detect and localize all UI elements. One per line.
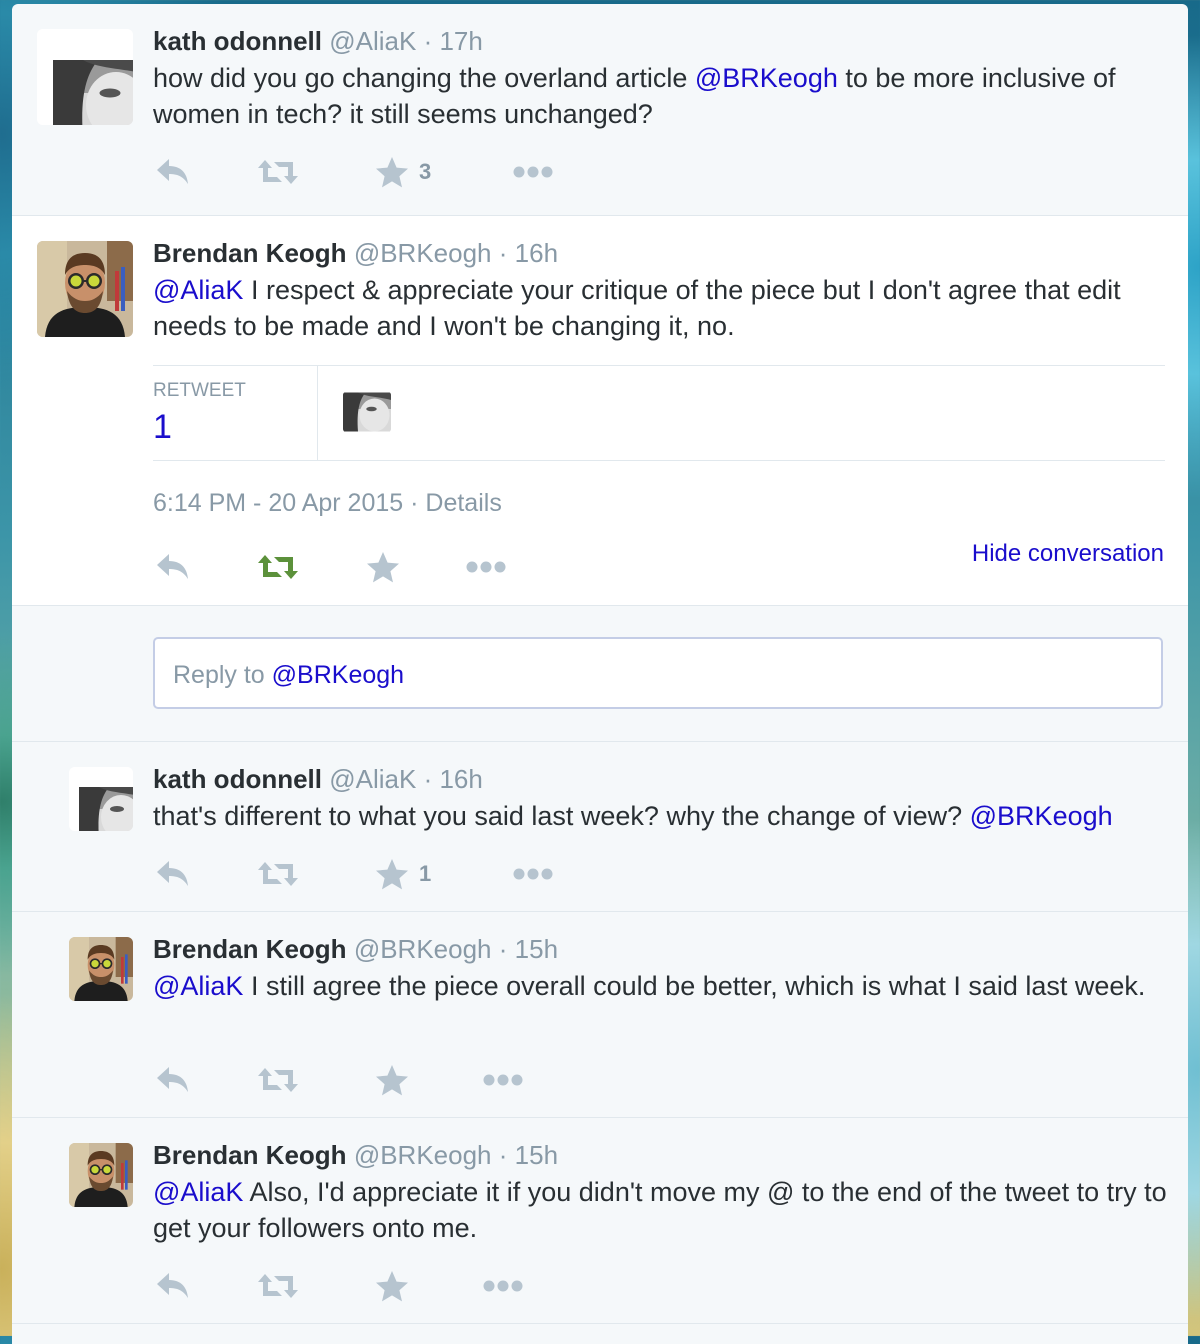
author-handle[interactable]: @BRKeogh [354, 238, 492, 268]
more-icon[interactable] [483, 1269, 523, 1303]
more-icon[interactable] [513, 155, 553, 189]
star-icon[interactable] [366, 550, 400, 584]
tweet-time[interactable]: 17h [439, 26, 482, 56]
retweet-icon[interactable] [256, 1063, 300, 1097]
star-icon [375, 156, 409, 188]
reply-icon[interactable] [155, 1063, 191, 1097]
author-name[interactable]: Brendan Keogh [153, 1140, 347, 1170]
tweet-text: @AliaK Also, I'd appreciate it if you di… [153, 1174, 1173, 1246]
author-handle[interactable]: @AliaK [329, 26, 416, 56]
tweet-text: that's different to what you said last w… [153, 798, 1173, 834]
retweet-icon[interactable] [256, 857, 300, 891]
reply-input[interactable]: Reply to @BRKeogh [153, 637, 1163, 709]
tweet-text-part: Also, I'd appreciate it if you didn't mo… [153, 1177, 1167, 1243]
more-icon[interactable] [483, 1063, 523, 1097]
reply-icon[interactable] [155, 550, 191, 584]
mention-link[interactable]: @AliaK [153, 971, 243, 1001]
retweet-icon[interactable] [256, 550, 300, 584]
star-icon[interactable] [375, 1063, 409, 1097]
tweet-time[interactable]: 15h [515, 934, 558, 964]
tweet-time[interactable]: 16h [439, 764, 482, 794]
tweet-meta: 6:14 PM - 20 Apr 2015 · Details [153, 489, 502, 518]
author-name[interactable]: Brendan Keogh [153, 238, 347, 268]
favorite-count: 3 [419, 159, 432, 184]
author-name[interactable]: Brendan Keogh [153, 934, 347, 964]
reply-placeholder: Reply to [173, 661, 272, 689]
star-icon [375, 858, 409, 890]
mention-link[interactable]: @BRKeogh [695, 63, 838, 93]
reply-icon[interactable] [155, 857, 191, 891]
avatar-brendan[interactable] [69, 1143, 133, 1207]
tweet-text-part: how did you go changing the overland art… [153, 63, 695, 93]
details-link[interactable]: Details [425, 489, 501, 517]
reply-icon[interactable] [155, 1269, 191, 1303]
separator-dot: · [498, 1140, 508, 1170]
tweet-text: @AliaK I still agree the piece overall c… [153, 968, 1173, 1004]
retweet-count[interactable]: 1 [153, 408, 172, 447]
divider [12, 1323, 1188, 1324]
favorite-count: 1 [419, 861, 432, 886]
more-icon[interactable] [513, 857, 553, 891]
avatar-kath[interactable] [69, 767, 133, 831]
tweet-header: kath odonnell @AliaK · 16h [153, 764, 483, 794]
separator-dot: · [498, 238, 508, 268]
tweet-text: how did you go changing the overland art… [153, 60, 1173, 132]
avatar-brendan[interactable] [37, 241, 133, 337]
tweet-header: kath odonnell @AliaK · 17h [153, 26, 483, 56]
separator-dot: · [498, 934, 508, 964]
avatar-kath[interactable] [37, 29, 133, 125]
tweet-text-part: I respect & appreciate your critique of … [153, 275, 1121, 341]
tweet-timestamp: 6:14 PM - 20 Apr 2015 [153, 489, 404, 517]
divider [12, 1117, 1188, 1118]
reply-icon[interactable] [155, 155, 191, 189]
tweet-time[interactable]: 15h [515, 1140, 558, 1170]
tweet-header: Brendan Keogh @BRKeogh · 15h [153, 1140, 558, 1170]
separator-dot: · [423, 764, 433, 794]
separator-dot: · [423, 26, 433, 56]
star-icon[interactable] [375, 1269, 409, 1303]
favorite-button[interactable]: 1 [375, 857, 431, 891]
author-name[interactable]: kath odonnell [153, 26, 322, 56]
tweet-time[interactable]: 16h [515, 238, 558, 268]
retweet-label: RETWEET [153, 380, 246, 401]
tweet-text: @AliaK I respect & appreciate your criti… [153, 272, 1173, 344]
more-icon[interactable] [466, 550, 506, 584]
conversation-panel: kath odonnell @AliaK · 17h how did you g… [12, 4, 1188, 1344]
divider [12, 741, 1188, 742]
tweet-stats: RETWEET 1 [153, 365, 1165, 461]
tweet-actions [153, 1063, 653, 1097]
divider [12, 605, 1188, 606]
mention-link[interactable]: @AliaK [153, 275, 243, 305]
author-name[interactable]: kath odonnell [153, 764, 322, 794]
tweet-text-part: that's different to what you said last w… [153, 801, 970, 831]
tweet-actions [153, 1269, 653, 1303]
tweet-actions: 3 [153, 155, 653, 189]
retweeter-avatar[interactable] [343, 392, 391, 432]
retweet-icon[interactable] [256, 1269, 300, 1303]
mention-link[interactable]: @AliaK [153, 1177, 243, 1207]
author-handle[interactable]: @AliaK [329, 764, 416, 794]
tweet-header: Brendan Keogh @BRKeogh · 16h [153, 238, 558, 268]
tweet-text-part: I still agree the piece overall could be… [243, 971, 1146, 1001]
reply-mention: @BRKeogh [271, 661, 405, 689]
favorite-button[interactable]: 3 [375, 155, 431, 189]
tweet-actions [153, 550, 653, 584]
author-handle[interactable]: @BRKeogh [354, 934, 492, 964]
hide-conversation-link[interactable]: Hide conversation [972, 540, 1164, 568]
mention-link[interactable]: @BRKeogh [970, 801, 1113, 831]
author-handle[interactable]: @BRKeogh [354, 1140, 492, 1170]
separator-dot: · [410, 489, 419, 517]
avatar-brendan[interactable] [69, 937, 133, 1001]
stats-divider [317, 366, 318, 460]
retweet-icon[interactable] [256, 155, 300, 189]
tweet-actions: 1 [153, 857, 653, 891]
tweet-header: Brendan Keogh @BRKeogh · 15h [153, 934, 558, 964]
divider [12, 911, 1188, 912]
